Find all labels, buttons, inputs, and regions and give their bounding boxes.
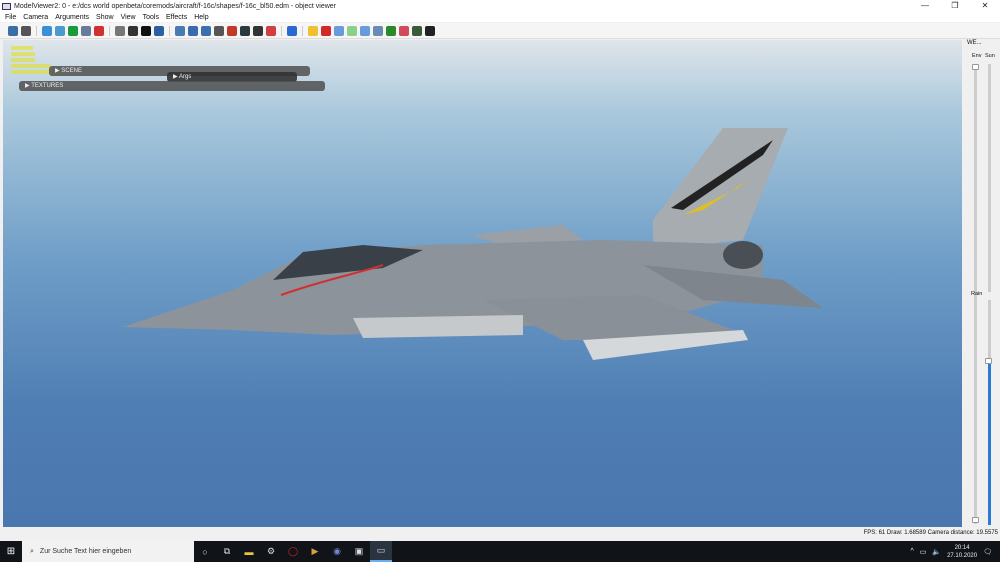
toolbar-tool-icon[interactable] (334, 25, 344, 36)
maximize-button[interactable]: ❐ (940, 0, 970, 12)
menu-camera[interactable]: Camera (23, 14, 48, 21)
volume-icon[interactable]: 🔈 (932, 548, 941, 556)
toolbar-tool-icon[interactable] (227, 25, 237, 36)
toolbar-tool-icon[interactable] (412, 25, 422, 36)
menu-bar: File Camera Arguments Show View Tools Effects H… (0, 12, 1000, 22)
rain-label: Rain (971, 291, 983, 297)
chevron-up-icon[interactable]: ^ (910, 548, 913, 555)
toolbar (0, 23, 1000, 39)
toolbar-tool-icon[interactable] (21, 25, 31, 36)
taskbar-search[interactable]: ⌕ Zur Suche Text hier eingeben (22, 541, 194, 562)
toolbar-separator (302, 25, 303, 36)
toolbar-tool-icon[interactable] (321, 25, 331, 36)
modelviewer-taskbar-icon[interactable]: ▭ (370, 541, 392, 562)
weather-panel-title: WE... (967, 40, 982, 46)
toolbar-tool-icon[interactable] (425, 25, 435, 36)
env-label: Env (972, 53, 982, 59)
discord-icon[interactable]: ◉ (326, 541, 348, 562)
cortana-icon[interactable]: ○ (194, 541, 216, 562)
toolbar-tool-icon[interactable] (141, 25, 151, 36)
menu-help[interactable]: Help (194, 14, 208, 21)
rain-slider[interactable] (988, 300, 991, 525)
toolbar-separator (169, 25, 170, 36)
toolbar-tool-icon[interactable] (201, 25, 211, 36)
search-placeholder: Zur Suche Text hier eingeben (39, 548, 132, 555)
env-slider-thumb[interactable] (972, 64, 979, 70)
network-icon[interactable]: ▭ (920, 548, 927, 556)
sun-label: Sun (985, 53, 995, 59)
toolbar-tool-icon[interactable] (308, 25, 318, 36)
toolbar-tool-icon[interactable] (386, 25, 396, 36)
minimize-button[interactable]: — (910, 0, 940, 12)
toolbar-tool-icon[interactable] (253, 25, 263, 36)
toolbar-tool-icon[interactable] (175, 25, 185, 36)
env-slider-bottom[interactable] (972, 517, 979, 523)
f16-aircraft-model (123, 128, 823, 360)
toolbar-tool-icon[interactable] (8, 25, 18, 36)
status-bar: FPS: 61 Draw: 1.68589 Camera distance: 1… (863, 530, 998, 536)
toolbar-separator (36, 25, 37, 36)
app-icon-taskbar[interactable]: ▣ (348, 541, 370, 562)
toolbar-tool-icon[interactable] (266, 25, 276, 36)
toolbar-tool-icon[interactable] (240, 25, 250, 36)
notification-icon[interactable]: 🗨 (983, 548, 992, 556)
toolbar-tool-icon[interactable] (373, 25, 383, 36)
task-view-icon[interactable]: ⧉ (216, 541, 238, 562)
title-bar: ModelViewer2: 0 - e:/dcs world openbeta/… (0, 0, 1000, 12)
close-button[interactable]: ✕ (970, 0, 1000, 12)
toolbar-tool-icon[interactable] (42, 25, 52, 36)
3d-viewport[interactable]: ▶ SCENE ▶ Args ▶ TEXTURES (3, 40, 962, 527)
clock[interactable]: 20:14 27.10.2020 (947, 544, 977, 560)
search-icon: ⌕ (30, 547, 34, 555)
toolbar-tool-icon[interactable] (68, 25, 78, 36)
file-explorer-icon[interactable]: ▬ (238, 541, 260, 562)
window-title: ModelViewer2: 0 - e:/dcs world openbeta/… (14, 2, 337, 10)
system-tray: ^ ▭ 🔈 20:14 27.10.2020 🗨 (910, 541, 992, 562)
toolbar-tool-icon[interactable] (214, 25, 224, 36)
sun-slider[interactable] (988, 64, 991, 292)
toolbar-tool-icon[interactable] (94, 25, 104, 36)
toolbar-separator (109, 25, 110, 36)
windows-start-icon[interactable]: ⊞ (0, 546, 22, 557)
toolbar-tool-icon[interactable] (115, 25, 125, 36)
toolbar-tool-icon[interactable] (128, 25, 138, 36)
rain-slider-thumb[interactable] (985, 358, 992, 364)
app-icon (2, 2, 11, 10)
time: 20:14 (954, 544, 970, 551)
toolbar-tool-icon[interactable] (55, 25, 65, 36)
menu-tools[interactable]: Tools (143, 14, 159, 21)
menu-effects[interactable]: Effects (166, 14, 187, 21)
menu-view[interactable]: View (121, 14, 136, 21)
media-player-icon[interactable]: ▶ (304, 541, 326, 562)
toolbar-separator (281, 25, 282, 36)
toolbar-tool-icon[interactable] (81, 25, 91, 36)
toolbar-tool-icon[interactable] (188, 25, 198, 36)
settings-icon[interactable]: ⚙ (260, 541, 282, 562)
menu-arguments[interactable]: Arguments (55, 14, 89, 21)
toolbar-tool-icon[interactable] (360, 25, 370, 36)
toolbar-tool-icon[interactable] (347, 25, 357, 36)
toolbar-tool-icon[interactable] (154, 25, 164, 36)
opera-icon[interactable]: ◯ (282, 541, 304, 562)
toolbar-tool-icon[interactable] (399, 25, 409, 36)
menu-file[interactable]: File (5, 14, 16, 21)
taskbar: ⊞ ⌕ Zur Suche Text hier eingeben ○ ⧉ ▬ ⚙ … (0, 541, 1000, 562)
date: 27.10.2020 (947, 552, 978, 559)
menu-show[interactable]: Show (96, 14, 114, 21)
toolbar-tool-icon[interactable] (287, 25, 297, 36)
weather-panel: WE... Env Sun Rain (963, 40, 1000, 527)
